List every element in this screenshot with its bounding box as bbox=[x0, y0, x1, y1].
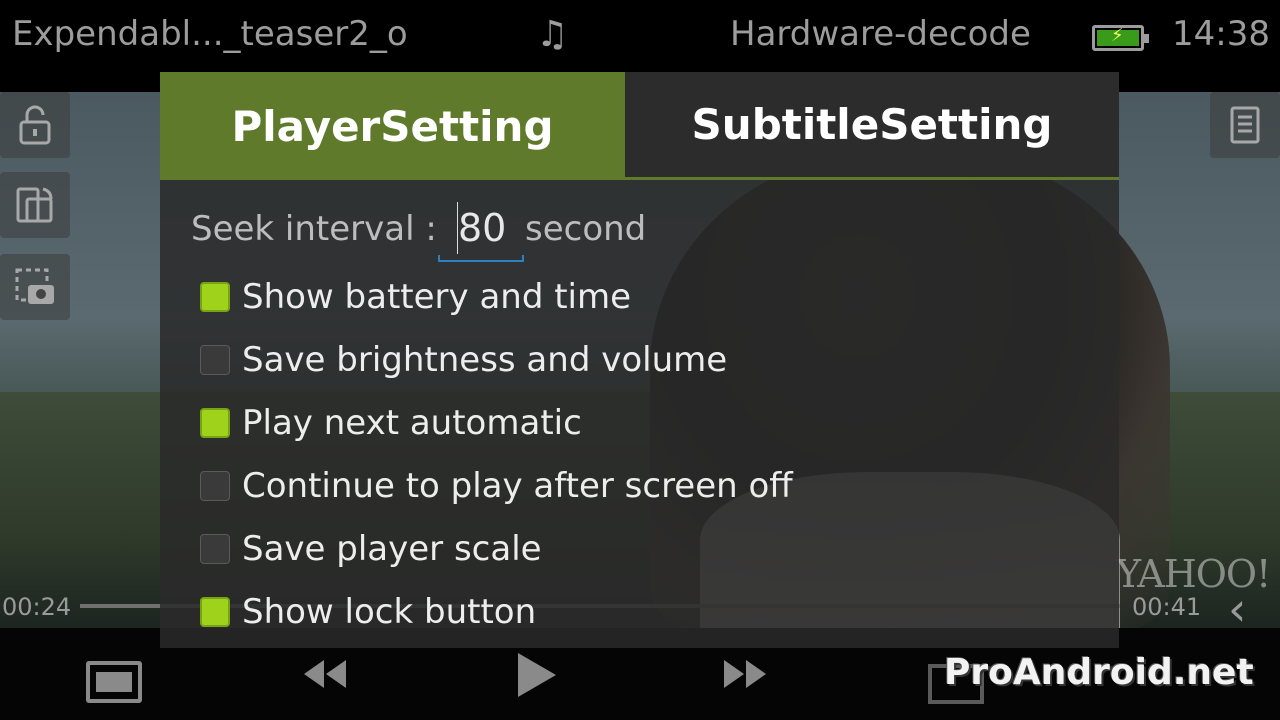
rewind-icon[interactable] bbox=[302, 656, 348, 702]
option-label: Play next automatic bbox=[242, 403, 582, 443]
option-label: Save brightness and volume bbox=[242, 340, 728, 380]
status-bar: Expendabl..._teaser2_o ♫ Hardware-decode… bbox=[0, 0, 1280, 80]
seek-interval-unit: second bbox=[525, 209, 647, 249]
screenshot-icon[interactable] bbox=[0, 254, 70, 320]
video-title: Expendabl..._teaser2_o bbox=[12, 14, 408, 54]
play-icon[interactable] bbox=[514, 650, 558, 710]
settings-dialog: PlayerSetting SubtitleSetting Seek inter… bbox=[160, 72, 1119, 648]
input-underline bbox=[438, 255, 524, 262]
option-label: Show lock button bbox=[242, 592, 537, 632]
battery-icon: ⚡ bbox=[1092, 25, 1149, 51]
option-label: Show battery and time bbox=[242, 277, 632, 317]
option-show-lock-button[interactable]: Show lock button bbox=[200, 587, 536, 637]
aspect-ratio-icon[interactable] bbox=[86, 661, 142, 703]
remaining-time: 00:41 bbox=[1132, 593, 1202, 621]
site-watermark: ProAndroid.net bbox=[944, 652, 1254, 693]
decode-mode[interactable]: Hardware-decode bbox=[730, 14, 1031, 54]
option-save-brightness-volume[interactable]: Save brightness and volume bbox=[200, 335, 727, 385]
seek-interval-label: Seek interval : bbox=[191, 209, 437, 249]
rotate-icon[interactable] bbox=[0, 172, 70, 238]
checkbox[interactable] bbox=[200, 471, 230, 501]
tab-subtitle-setting[interactable]: SubtitleSetting bbox=[625, 72, 1119, 180]
option-show-battery-time[interactable]: Show battery and time bbox=[200, 272, 631, 322]
tab-player-setting[interactable]: PlayerSetting bbox=[160, 72, 625, 180]
fast-forward-icon[interactable] bbox=[722, 656, 768, 702]
option-continue-after-screen-off[interactable]: Continue to play after screen off bbox=[200, 461, 793, 511]
checkbox[interactable] bbox=[200, 534, 230, 564]
option-label: Continue to play after screen off bbox=[242, 466, 793, 506]
option-save-player-scale[interactable]: Save player scale bbox=[200, 524, 542, 574]
checkbox[interactable] bbox=[200, 345, 230, 375]
video-watermark: YAHOO! bbox=[1116, 552, 1271, 596]
seek-interval-input[interactable]: 80 bbox=[438, 194, 524, 262]
music-icon[interactable]: ♫ bbox=[536, 14, 568, 55]
option-play-next-automatic[interactable]: Play next automatic bbox=[200, 398, 582, 448]
checkbox[interactable] bbox=[200, 282, 230, 312]
lock-icon[interactable] bbox=[0, 92, 70, 158]
seek-interval-value: 80 bbox=[458, 206, 507, 250]
option-label: Save player scale bbox=[242, 529, 542, 569]
elapsed-time: 00:24 bbox=[2, 593, 72, 621]
settings-tabs: PlayerSetting SubtitleSetting bbox=[160, 72, 1119, 180]
checkbox[interactable] bbox=[200, 597, 230, 627]
checkbox[interactable] bbox=[200, 408, 230, 438]
clock: 14:38 bbox=[1172, 14, 1270, 54]
playlist-icon[interactable] bbox=[1210, 92, 1280, 158]
